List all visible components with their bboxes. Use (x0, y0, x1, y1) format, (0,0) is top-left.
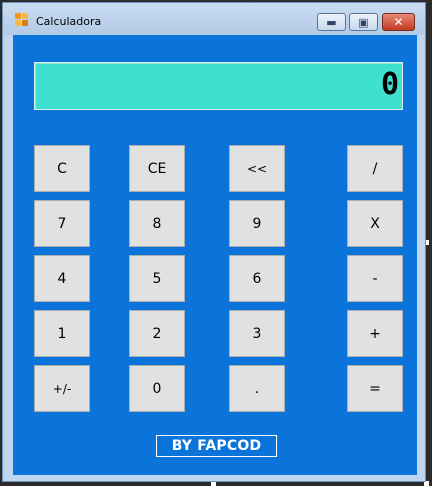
key-plus[interactable]: + (347, 310, 403, 357)
minimize-button[interactable]: ▬ (317, 13, 346, 31)
key-0[interactable]: 0 (129, 365, 185, 412)
maximize-button[interactable]: ▣ (349, 13, 378, 31)
key-4[interactable]: 4 (34, 255, 90, 302)
key-divide[interactable]: / (347, 145, 403, 192)
key-2[interactable]: 2 (129, 310, 185, 357)
calculator-body: 0 C CE << / 7 8 9 X 4 5 6 - 1 2 3 + +/- … (13, 35, 417, 475)
app-icon (15, 13, 30, 28)
key-clear-entry[interactable]: CE (129, 145, 185, 192)
key-7[interactable]: 7 (34, 200, 90, 247)
close-icon: ✕ (393, 15, 404, 29)
key-8[interactable]: 8 (129, 200, 185, 247)
key-multiply[interactable]: X (347, 200, 403, 247)
key-equals[interactable]: = (347, 365, 403, 412)
close-button[interactable]: ✕ (382, 13, 415, 31)
key-1[interactable]: 1 (34, 310, 90, 357)
key-3[interactable]: 3 (229, 310, 285, 357)
maximize-icon: ▣ (358, 15, 369, 29)
minimize-icon: ▬ (326, 15, 337, 29)
key-clear[interactable]: C (34, 145, 90, 192)
credit-label: BY FAPCOD (156, 435, 277, 457)
key-minus[interactable]: - (347, 255, 403, 302)
key-9[interactable]: 9 (229, 200, 285, 247)
key-6[interactable]: 6 (229, 255, 285, 302)
key-5[interactable]: 5 (129, 255, 185, 302)
key-sign-toggle[interactable]: +/- (34, 365, 90, 412)
display-field[interactable]: 0 (34, 62, 403, 110)
key-backspace[interactable]: << (229, 145, 285, 192)
display-value: 0 (380, 67, 399, 102)
key-decimal[interactable]: . (229, 365, 285, 412)
title-bar[interactable]: Calculadora ▬ ▣ ✕ (3, 3, 425, 35)
calculator-window: Calculadora ▬ ▣ ✕ 0 C CE << / 7 8 9 X 4 … (2, 2, 426, 482)
window-title: Calculadora (36, 15, 102, 28)
